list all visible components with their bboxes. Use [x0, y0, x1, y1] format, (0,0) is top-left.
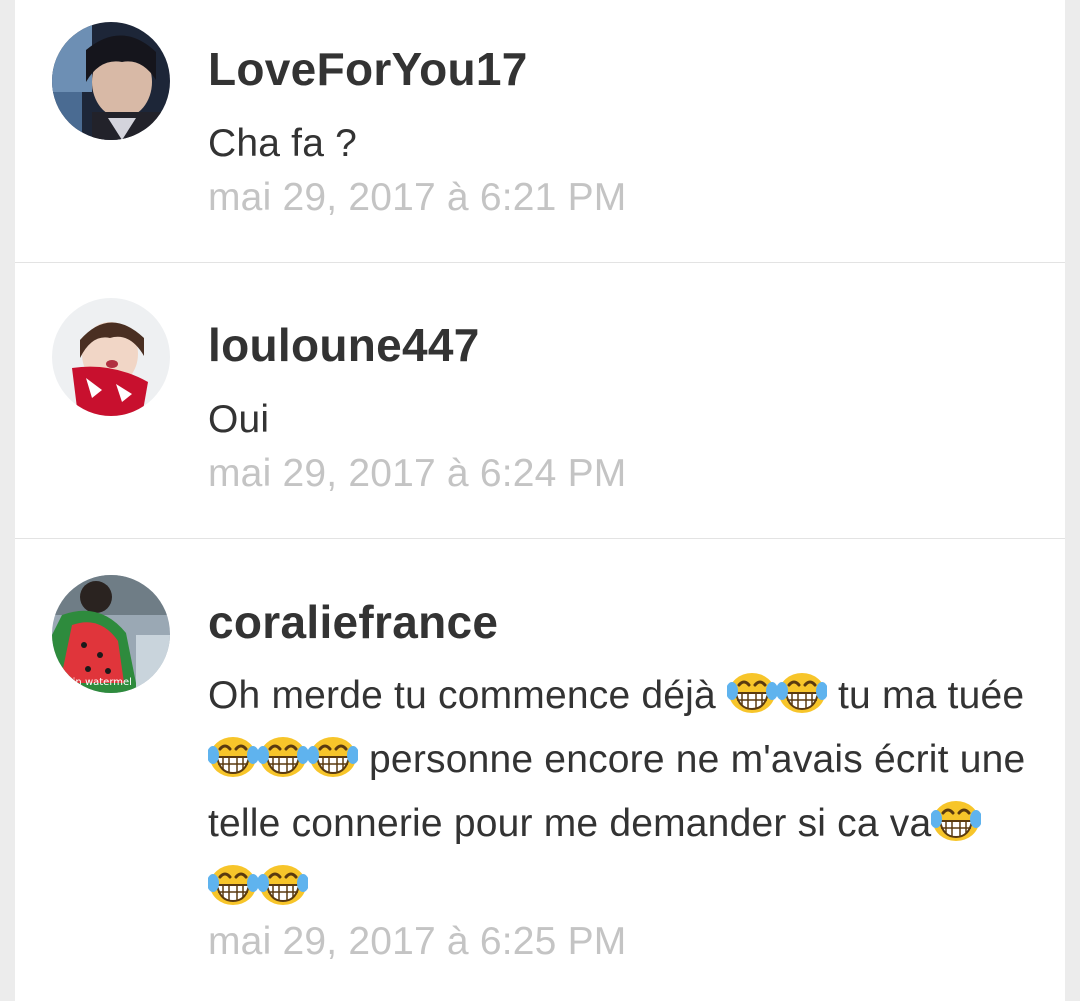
tears-of-joy-emoji-icon — [208, 861, 258, 909]
tears-of-joy-emoji-icon — [726, 669, 777, 717]
comment-timestamp: mai 29, 2017 à 6:21 PM — [208, 176, 627, 219]
comment-item: ing in watermel coraliefrance Oh merde t… — [15, 539, 1065, 1001]
avatar-photo-icon — [52, 298, 170, 416]
tears-of-joy-emoji-icon — [208, 733, 258, 781]
comment-timestamp: mai 29, 2017 à 6:25 PM — [208, 920, 627, 963]
avatar[interactable] — [52, 22, 170, 140]
emoji-group — [726, 673, 827, 717]
tears-of-joy-emoji-icon — [308, 733, 358, 781]
tears-of-joy-emoji-icon — [258, 861, 308, 909]
comment-username[interactable]: LoveForYou17 — [208, 42, 528, 96]
comment-item: louloune447 Oui mai 29, 2017 à 6:24 PM — [15, 263, 1065, 538]
comment-text-part: Oh merde tu commence déjà — [208, 674, 727, 717]
comment-text: Cha fa ? — [208, 122, 358, 165]
emoji-group — [208, 737, 358, 781]
avatar[interactable]: ing in watermel — [52, 575, 170, 693]
avatar-caption: ing in watermel — [54, 677, 132, 688]
comment-username[interactable]: louloune447 — [208, 318, 480, 372]
avatar[interactable] — [52, 298, 170, 416]
comment-timestamp: mai 29, 2017 à 6:24 PM — [208, 452, 627, 495]
avatar-photo-icon: ing in watermel — [52, 575, 170, 693]
comment-text: Oui — [208, 398, 270, 441]
comment-text-part: tu ma tuée — [826, 674, 1025, 717]
comment-text: Oh merde tu commence déjà tu ma tuée per… — [208, 664, 1028, 920]
comment-item: LoveForYou17 Cha fa ? mai 29, 2017 à 6:2… — [15, 0, 1065, 262]
avatar-photo-icon — [52, 22, 170, 140]
tears-of-joy-emoji-icon — [258, 733, 308, 781]
comment-username[interactable]: coraliefrance — [208, 595, 498, 649]
tears-of-joy-emoji-icon — [931, 797, 982, 845]
comments-panel: LoveForYou17 Cha fa ? mai 29, 2017 à 6:2… — [15, 0, 1065, 1001]
tears-of-joy-emoji-icon — [776, 669, 827, 717]
